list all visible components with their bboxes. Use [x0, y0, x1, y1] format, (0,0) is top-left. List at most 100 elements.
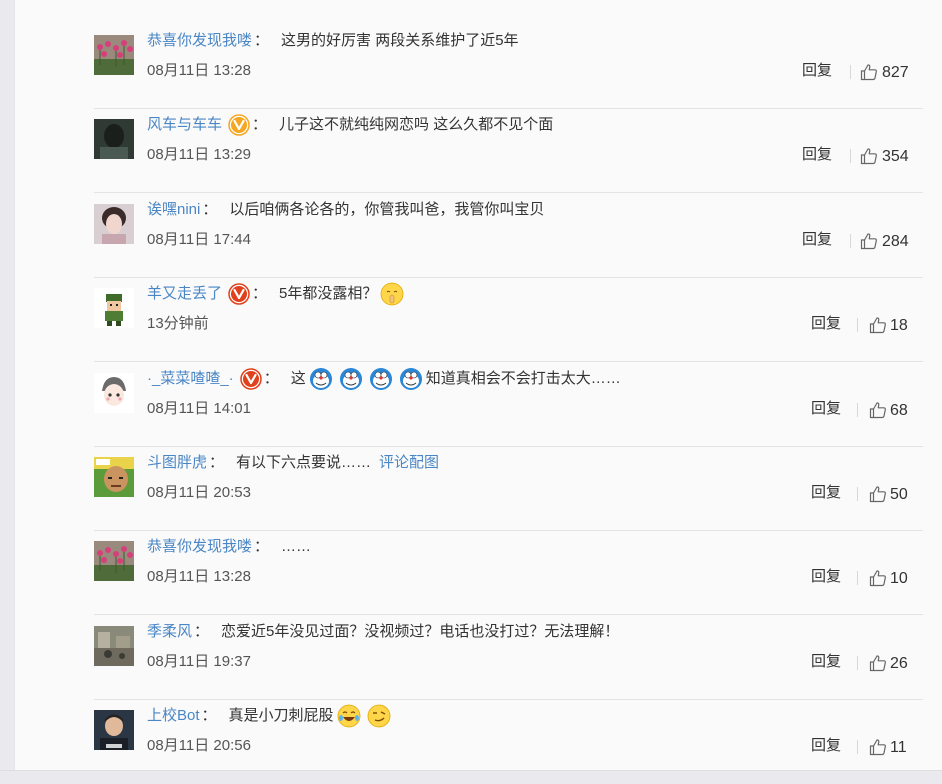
thumbs-up-icon[interactable] — [869, 569, 887, 587]
thumbs-up-icon[interactable] — [869, 654, 887, 672]
user-avatar[interactable] — [94, 119, 134, 159]
comment-image-link[interactable]: 评论配图 — [379, 449, 439, 477]
user-avatar[interactable] — [94, 457, 134, 497]
comment-line: 恭喜你发现我喽： 这男的好厉害 两段关系维护了近5年 — [147, 27, 519, 55]
user-avatar[interactable] — [94, 204, 134, 244]
thumbs-up-icon[interactable] — [869, 316, 887, 334]
comment-line: ·_菜菜喳喳_· ： 这 知道真相会不会打击太大…… — [147, 365, 621, 393]
thumbs-up-icon[interactable] — [869, 485, 887, 503]
action-separator — [857, 656, 858, 670]
like-count: 68 — [890, 402, 908, 419]
username-link[interactable]: 斗图胖虎 — [147, 449, 207, 477]
comment-text: 儿子这不就纯纯网恋吗 这么久都不见个面 — [279, 116, 554, 133]
comment-item: ·_菜菜喳喳_· ： 这 知道真相会不会打击太大…… 08月11日 14:01 回复 68 — [94, 363, 923, 447]
thumbs-up-icon[interactable] — [860, 63, 878, 81]
comment-timestamp: 08月11日 13:28 — [147, 568, 251, 585]
comment-item: 诶嘿nini： 以后咱俩各论各的，你管我叫爸，我管你叫宝贝 08月11日 17:44… — [94, 194, 923, 278]
comment-item: 斗图胖虎： 有以下六点要说…… 评论配图 08月11日 20:53 回复 50 — [94, 447, 923, 531]
comment-line: 风车与车车 ： 儿子这不就纯纯网恋吗 这么久都不见个面 — [147, 111, 553, 139]
username-link[interactable]: 羊又走丢了 — [147, 280, 222, 308]
reply-button[interactable]: 回复 — [802, 61, 832, 81]
colon: ： — [254, 538, 270, 555]
like-count: 284 — [882, 233, 909, 250]
username-link[interactable]: 上校Bot — [147, 702, 200, 730]
like-count: 26 — [890, 655, 908, 672]
username-link[interactable]: 风车与车车 — [147, 111, 222, 139]
gold-verified-badge-icon[interactable] — [228, 114, 250, 136]
action-separator — [857, 487, 858, 501]
comment-item: 羊又走丢了 ： 5年都没露相？ 13分钟前 回复 18 — [94, 278, 923, 362]
user-avatar[interactable] — [94, 288, 134, 328]
user-avatar[interactable] — [94, 35, 134, 75]
comment-line: 恭喜你发现我喽： …… — [147, 533, 311, 561]
comment-timestamp: 08月11日 19:37 — [147, 653, 251, 670]
comment-text-prefix: 这 — [290, 370, 306, 387]
thumbs-up-icon[interactable] — [869, 738, 887, 756]
comment-text: 5年都没露相？ — [279, 285, 378, 302]
reply-button[interactable]: 回复 — [811, 483, 841, 503]
reply-button[interactable]: 回复 — [811, 314, 841, 334]
comment-timestamp: 13分钟前 — [147, 315, 209, 332]
comment-item: 季柔风： 恋爱近5年没见过面？没视频过？电话也没打过？无法理解！ 08月11日 19… — [94, 616, 923, 700]
username-link[interactable]: 恭喜你发现我喽 — [147, 533, 252, 561]
user-avatar[interactable] — [94, 541, 134, 581]
colon: ： — [254, 32, 270, 49]
comment-item: 恭喜你发现我喽： 这男的好厉害 两段关系维护了近5年 08月11日 13:28 回复 8… — [94, 25, 923, 109]
action-separator — [857, 740, 858, 754]
reply-button[interactable]: 回复 — [802, 145, 832, 165]
colon: ： — [263, 370, 279, 387]
colon: ： — [209, 454, 225, 471]
user-avatar[interactable] — [94, 373, 134, 413]
username-link[interactable]: 季柔风 — [147, 618, 192, 646]
colon: ： — [194, 623, 210, 640]
left-gutter — [0, 0, 14, 783]
thumbs-up-icon[interactable] — [860, 147, 878, 165]
reply-button[interactable]: 回复 — [811, 652, 841, 672]
username-link[interactable]: 诶嘿nini — [147, 196, 200, 224]
red-verified-badge-icon[interactable] — [239, 368, 262, 390]
user-avatar[interactable] — [94, 626, 134, 666]
colon: ： — [202, 201, 218, 218]
comment-text: 真是小刀刺屁股 — [228, 707, 334, 724]
action-separator — [850, 234, 851, 248]
shush-emoji — [380, 282, 404, 306]
action-separator — [850, 149, 851, 163]
thumbs-up-icon[interactable] — [860, 232, 878, 250]
action-separator — [850, 65, 851, 79]
comment-divider — [94, 361, 923, 362]
action-separator — [857, 571, 858, 585]
like-count: 354 — [882, 148, 909, 165]
reply-button[interactable]: 回复 — [811, 736, 841, 756]
comment-divider — [94, 614, 923, 615]
previous-comment-cutoff — [105, 0, 942, 4]
comment-timestamp: 08月11日 13:29 — [147, 146, 251, 163]
comment-line: 诶嘿nini： 以后咱俩各论各的，你管我叫爸，我管你叫宝贝 — [147, 196, 544, 224]
thumbs-up-icon[interactable] — [869, 401, 887, 419]
comment-line: 斗图胖虎： 有以下六点要说…… 评论配图 — [147, 449, 439, 477]
username-link[interactable]: 恭喜你发现我喽 — [147, 27, 252, 55]
action-separator — [857, 318, 858, 332]
comment-divider — [94, 192, 923, 193]
user-avatar[interactable] — [94, 710, 134, 750]
doraemon-emoji — [369, 367, 393, 391]
comment-line: 上校Bot： 真是小刀刺屁股 — [147, 702, 394, 730]
like-count: 11 — [890, 739, 907, 756]
comment-text: 以后咱俩各论各的，你管我叫爸，我管你叫宝贝 — [229, 201, 545, 218]
red-verified-badge-icon[interactable] — [228, 283, 250, 305]
reply-button[interactable]: 回复 — [811, 567, 841, 587]
colon: ： — [252, 285, 268, 302]
smirk-emoji — [367, 704, 391, 728]
like-count: 10 — [890, 570, 908, 587]
comment-line: 季柔风： 恋爱近5年没见过面？没视频过？电话也没打过？无法理解！ — [147, 618, 619, 646]
reply-button[interactable]: 回复 — [802, 230, 832, 250]
like-count: 827 — [882, 64, 909, 81]
like-count: 50 — [890, 486, 908, 503]
doraemon-emoji — [309, 367, 333, 391]
comment-timestamp: 08月11日 14:01 — [147, 400, 251, 417]
doraemon-emoji — [399, 367, 423, 391]
action-separator — [857, 403, 858, 417]
reply-button[interactable]: 回复 — [811, 399, 841, 419]
username-link[interactable]: ·_菜菜喳喳_· — [147, 365, 234, 393]
like-count: 18 — [890, 317, 908, 334]
comment-text: 知道真相会不会打击太大…… — [425, 370, 621, 387]
